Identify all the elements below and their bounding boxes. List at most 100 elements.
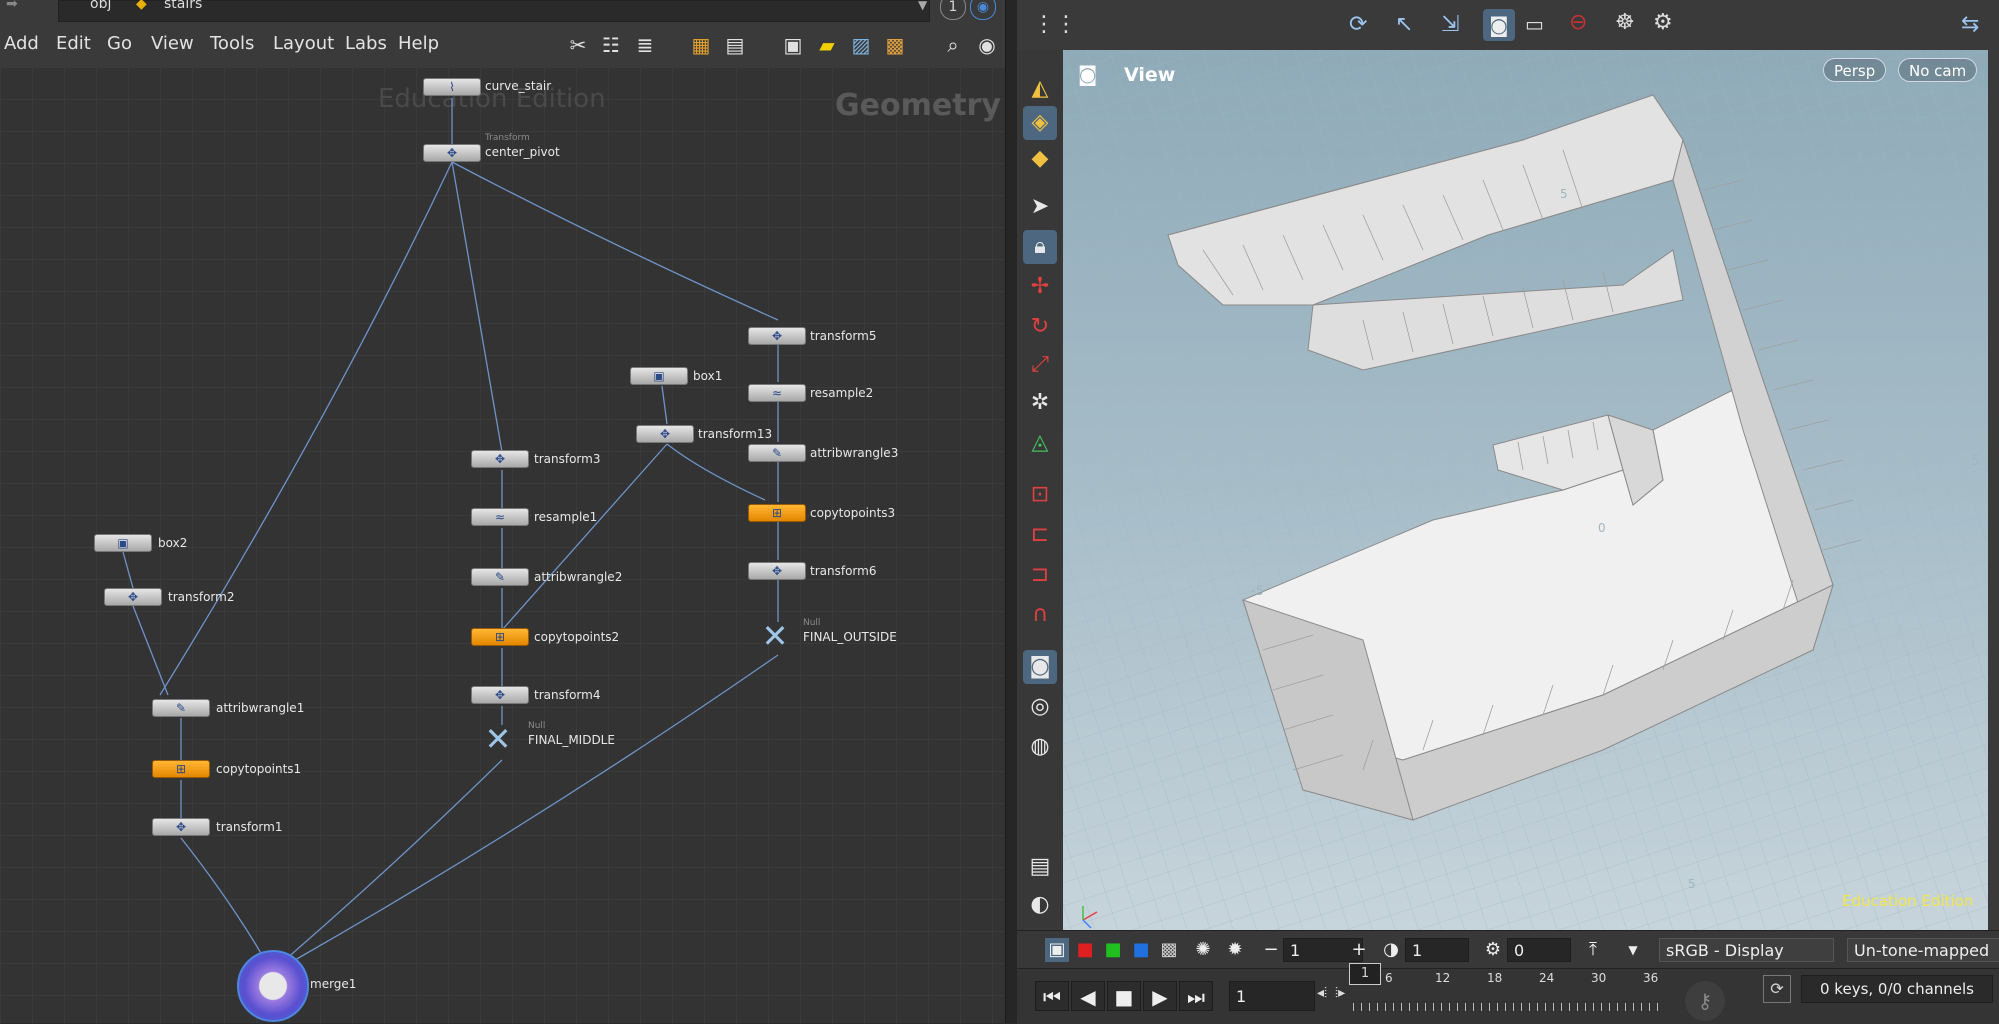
scale-tool-icon[interactable]: ⇲ (1441, 12, 1459, 37)
snap-prim-icon[interactable]: ⊏ (1023, 518, 1057, 552)
copy-icon: ⊞ (771, 506, 783, 520)
node-transform13[interactable]: ✥ (636, 425, 694, 443)
node-attribwrangle1[interactable]: ✎ (152, 699, 210, 717)
tick-36: 36 (1643, 971, 1659, 985)
projection-menu[interactable]: Persp (1823, 58, 1887, 82)
gamma-icon[interactable]: ◑ (1379, 938, 1403, 962)
settings-icon[interactable]: ⚙ (1653, 10, 1673, 35)
node-label-copytopoints3: copytopoints3 (810, 506, 896, 520)
display-toggle-icon[interactable]: ▣ (1045, 938, 1069, 962)
node-label-transform4: transform4 (534, 688, 601, 702)
tone-map-select[interactable]: Un-tone-mapped (1847, 938, 1999, 962)
jump-end-icon[interactable]: ⏭ (1179, 981, 1213, 1011)
channel-refresh-icon[interactable]: ⟳ (1763, 975, 1791, 1003)
step-back-icon[interactable]: ◀ (1071, 981, 1105, 1011)
color-space-select[interactable]: sRGB - Display (1659, 938, 1834, 962)
move-tool-icon[interactable]: ✢ (1023, 270, 1057, 304)
view-cull-icon[interactable]: ◎ (1023, 690, 1057, 724)
node-transform5[interactable]: ✥ (748, 327, 806, 345)
magnet-icon[interactable]: ∩ (1023, 598, 1057, 632)
pane-menu-icon[interactable]: ⋮⋮ (1033, 12, 1077, 37)
alpha-channel-icon[interactable]: ▩ (1157, 938, 1181, 962)
gamma-field[interactable]: 1 (1405, 938, 1469, 962)
playbar: ⏮ ◀ ■ ▶ ⏭ 1 ◂⦙ ⦙▸ 1 6 12 18 24 30 36 ⚷ ⟳… (1017, 963, 1999, 1024)
green-channel-icon[interactable]: ■ (1101, 938, 1125, 962)
node-transform4[interactable]: ✥ (471, 686, 529, 704)
wrangle-icon: ✎ (771, 446, 783, 460)
node-transform6[interactable]: ✥ (748, 562, 806, 580)
node-transform1[interactable]: ✥ (152, 818, 210, 836)
key-icon[interactable]: ⚷ (1685, 981, 1725, 1021)
fit-icon[interactable]: ⤒ (1581, 938, 1605, 962)
node-box2[interactable]: ▣ (94, 534, 152, 552)
select-points-icon[interactable]: ◭ (1023, 72, 1057, 106)
node-label-curve-stair: curve_stair (485, 79, 552, 93)
frame-field[interactable]: 1 (1229, 981, 1315, 1011)
grid-label-5: 5 (1688, 877, 1696, 891)
node-curve-stair[interactable]: ⌇ (423, 78, 481, 96)
display-menu-icon[interactable]: ▼ (1621, 938, 1645, 962)
blue-channel-icon[interactable]: ■ (1129, 938, 1153, 962)
step-next-key-icon[interactable]: ⦙▸ (1335, 985, 1345, 1001)
node-attribwrangle2[interactable]: ✎ (471, 568, 529, 586)
snapshot-icon[interactable]: ☸ (1615, 10, 1635, 35)
node-center-pivot[interactable]: ✥ (423, 144, 481, 162)
select-edges-icon[interactable]: ◈ (1023, 106, 1057, 140)
lut-field[interactable]: 0 (1507, 938, 1571, 962)
scale-handle-icon[interactable]: ⤢ (1023, 348, 1057, 382)
side-panel-icon[interactable]: ⇆ (1961, 12, 1979, 37)
resample-icon: ≈ (771, 386, 783, 400)
node-final-outside[interactable]: ✕ (755, 619, 795, 653)
exposure-icon[interactable]: ✺ (1191, 938, 1215, 962)
decrement-icon[interactable]: − (1259, 938, 1283, 962)
camera-view-icon[interactable]: ◙ (1483, 9, 1515, 41)
node-label-transform2: transform2 (168, 590, 235, 604)
node-transform3[interactable]: ✥ (471, 450, 529, 468)
view-light-icon[interactable]: ◍ (1023, 730, 1057, 764)
node-resample2[interactable]: ≈ (748, 384, 806, 402)
node-type-center-pivot: Transform (485, 133, 530, 143)
increment-icon[interactable]: + (1347, 938, 1371, 962)
red-channel-icon[interactable]: ■ (1073, 938, 1097, 962)
layers-icon[interactable]: ▤ (1023, 850, 1057, 884)
viewer-right-toolbar (1988, 50, 1999, 930)
transform-icon: ✥ (659, 427, 671, 441)
timeline-marker[interactable]: 1 (1349, 963, 1381, 985)
node-copytopoints1[interactable]: ⊞ (152, 760, 210, 778)
camera-menu[interactable]: No cam (1898, 58, 1978, 82)
snap-multi-icon[interactable]: ⊐ (1023, 558, 1057, 592)
play-icon[interactable]: ▶ (1143, 981, 1177, 1011)
node-copytopoints3[interactable]: ⊞ (748, 504, 806, 522)
lut-icon[interactable]: ⚙ (1481, 938, 1505, 962)
display-options-icon[interactable]: ◐ (1023, 888, 1057, 922)
node-label-transform1: transform1 (216, 820, 283, 834)
pan-icon[interactable]: ↖ (1395, 12, 1413, 37)
stop-icon[interactable]: ⊖ (1569, 10, 1587, 35)
node-label-final-middle: FINAL_MIDDLE (528, 733, 615, 747)
rotate-tool-icon[interactable]: ↻ (1023, 310, 1057, 344)
node-box1[interactable]: ▣ (630, 367, 688, 385)
node-transform2[interactable]: ✥ (104, 588, 162, 606)
jump-start-icon[interactable]: ⏮ (1035, 981, 1069, 1011)
snap-grid-icon[interactable]: ⊡ (1023, 478, 1057, 512)
node-attribwrangle3[interactable]: ✎ (748, 444, 806, 462)
node-resample1[interactable]: ≈ (471, 508, 529, 526)
pose-tool-icon[interactable]: ✲ (1023, 386, 1057, 420)
render-region-icon[interactable]: ▭ (1525, 12, 1544, 36)
view-camera-icon[interactable]: ◙ (1023, 650, 1057, 684)
select-faces-icon[interactable]: ◆ (1023, 142, 1057, 176)
stop-playback-icon[interactable]: ■ (1107, 981, 1141, 1011)
viewer-state-icon[interactable]: ◙ (1078, 62, 1097, 86)
tick-30: 30 (1591, 971, 1607, 985)
orbit-icon[interactable]: ⟳ (1349, 12, 1367, 37)
timeline-ruler[interactable] (1353, 979, 1663, 1015)
brightness-icon[interactable]: ✹ (1223, 938, 1247, 962)
node-final-middle[interactable]: ✕ (478, 722, 518, 756)
3d-viewport[interactable]: 5 5 0 -5 5 (1063, 50, 1988, 930)
handle-tool-icon[interactable]: ◬ (1023, 426, 1057, 460)
select-arrow-icon[interactable]: ➤ (1023, 190, 1057, 224)
node-copytopoints2[interactable]: ⊞ (471, 628, 529, 646)
step-prev-key-icon[interactable]: ◂⦙ (1317, 985, 1327, 1001)
lock-icon[interactable]: 🔒︎ (1023, 230, 1057, 264)
node-merge1[interactable] (237, 950, 309, 1022)
